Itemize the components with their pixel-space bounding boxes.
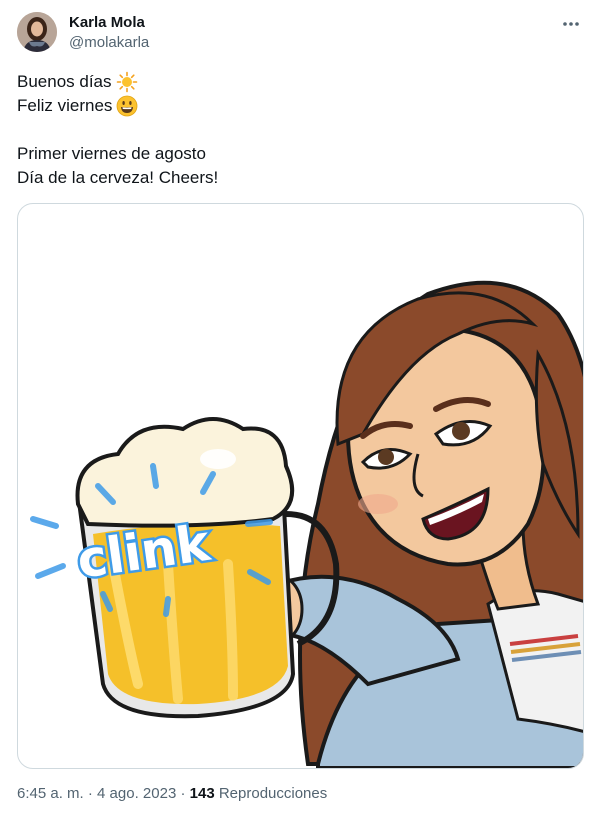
meta-separator: ·: [87, 785, 93, 802]
tweet-text-segment: Buenos días: [17, 72, 112, 91]
tweet-date[interactable]: 4 ago. 2023: [97, 785, 176, 802]
author-avatar[interactable]: [17, 12, 57, 52]
author-display-name[interactable]: Karla Mola: [69, 14, 145, 32]
tweet-text-line: Buenos días: [17, 70, 577, 94]
tweet-meta: 6:45 a. m. · 4 ago. 2023 · 143 Reproducc…: [17, 785, 327, 803]
tweet-time[interactable]: 6:45 a. m.: [17, 785, 84, 802]
tweet-text-line: Feliz viernes: [17, 94, 577, 118]
tweet-text-segment: Feliz viernes: [17, 96, 113, 115]
tweet-text: Buenos días Feliz viernes Primer viernes…: [17, 70, 577, 190]
tweet-media-image[interactable]: clink: [17, 203, 584, 769]
sun-icon: [116, 71, 137, 93]
more-horizontal-icon: [563, 22, 579, 26]
tweet-text-line: Primer viernes de agosto: [17, 144, 206, 163]
more-options-button[interactable]: [559, 14, 583, 34]
tweet-text-line: Día de la cerveza! Cheers!: [17, 168, 219, 187]
views-count: 143: [189, 785, 215, 802]
views-label: Reproducciones: [218, 785, 328, 802]
tweet-header: Karla Mola @molakarla: [17, 12, 583, 54]
smiling-face-icon: [117, 95, 138, 117]
bitmoji-beer-cheers-illustration: clink: [30, 280, 583, 768]
meta-separator: ·: [180, 785, 186, 802]
profile-photo-icon: [17, 12, 57, 52]
author-handle[interactable]: @molakarla: [69, 34, 149, 52]
